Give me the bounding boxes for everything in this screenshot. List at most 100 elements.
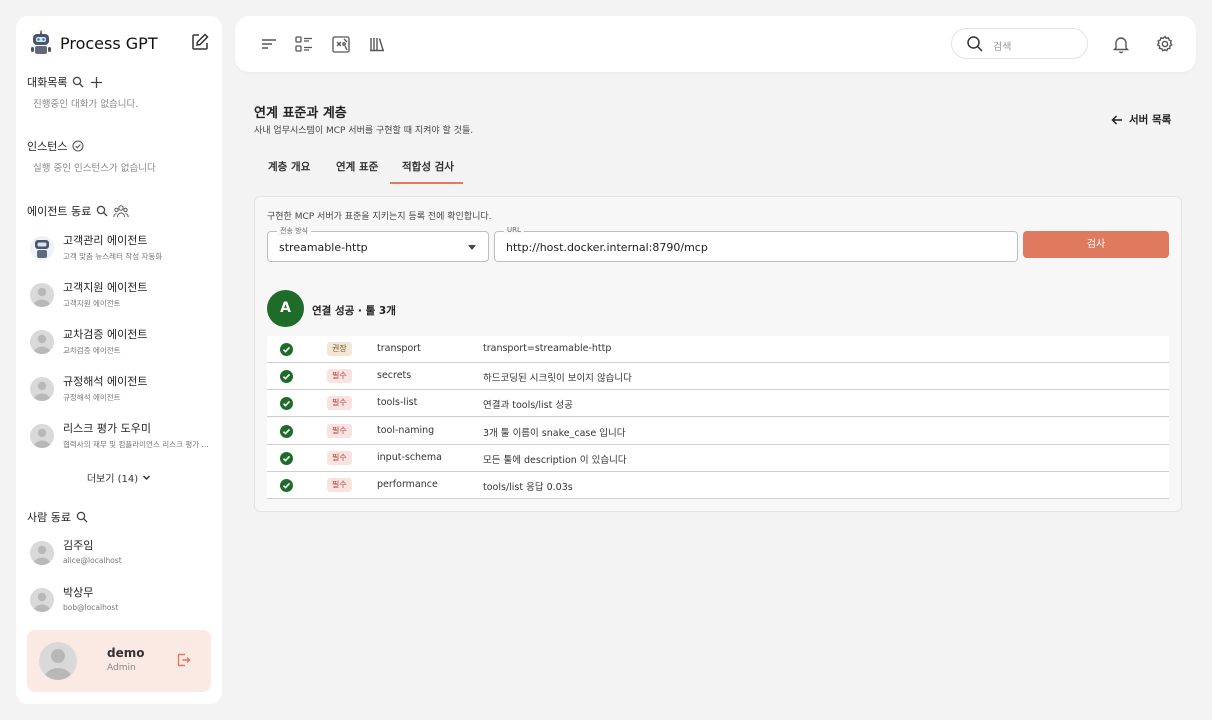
transport-select[interactable]: 전송 방식 streamable-http <box>267 226 489 262</box>
level-badge: 필수 <box>327 369 352 384</box>
avatar <box>30 377 54 401</box>
avatar <box>30 283 54 307</box>
checklist-icon[interactable] <box>294 34 314 54</box>
agent-item[interactable]: 리스크 평가 도우미 협력사의 재무 및 컴플라이언스 리스크 평가 ... <box>30 420 214 460</box>
check-circle-filled-icon <box>280 424 293 438</box>
map-icon[interactable] <box>331 34 351 54</box>
agent-desc: 고객 맞춤 뉴스레터 작성 자동화 <box>63 252 163 261</box>
bell-icon[interactable] <box>1111 34 1131 54</box>
agent-desc: 교차검증 에이전트 <box>63 346 121 355</box>
check-message: 연결과 tools/list 성공 <box>483 400 573 412</box>
check-circle-filled-icon <box>280 397 293 411</box>
chevron-down-icon <box>143 475 151 481</box>
check-message: tools/list 응답 0.03s <box>483 482 573 493</box>
result-summary: 연결 성공 · 툴 3개 <box>312 305 396 317</box>
people-section-header: 사람 동료 <box>27 509 88 525</box>
person-item[interactable]: 김주임 alice@localhost <box>30 537 214 577</box>
person-email: bob@localhost <box>63 603 119 612</box>
sidebar: Process GPT 대화목록 진행중인 대화가 없습니다. 인스턴스 실행 … <box>16 16 222 704</box>
logout-icon[interactable] <box>177 653 191 667</box>
check-key: transport <box>377 343 421 354</box>
level-badge: 권장 <box>327 342 352 356</box>
arrow-left-icon <box>1111 114 1122 125</box>
person-icon <box>33 428 51 448</box>
person-name: 김주임 <box>63 539 94 552</box>
user-role: Admin <box>107 663 136 673</box>
person-icon <box>33 545 51 565</box>
transport-value: streamable-http <box>279 241 368 254</box>
person-icon <box>33 287 51 307</box>
menu-icon[interactable] <box>259 34 279 54</box>
search-icon[interactable] <box>96 205 108 217</box>
tab-conformance-check[interactable]: 적합성 검사 <box>402 159 454 174</box>
search-icon <box>967 36 983 52</box>
team-icon[interactable] <box>113 204 129 218</box>
user-name: demo <box>107 646 145 660</box>
show-more-button[interactable]: 더보기 (14) <box>16 470 222 485</box>
check-button[interactable]: 검사 <box>1023 231 1169 258</box>
plus-icon[interactable] <box>90 76 103 89</box>
avatar <box>30 588 54 612</box>
person-item[interactable]: 박상무 bob@localhost <box>30 584 214 624</box>
person-email: alice@localhost <box>63 556 122 565</box>
back-label: 서버 목록 <box>1129 114 1172 126</box>
check-circle-filled-icon <box>280 451 293 465</box>
search-icon[interactable] <box>72 76 84 88</box>
panel-description: 구현한 MCP 서버가 표준을 지키는지 등록 전에 확인합니다. <box>267 212 492 222</box>
url-value: http://host.docker.internal:8790/mcp <box>506 241 708 254</box>
transport-label: 전송 방식 <box>277 226 311 236</box>
show-more-label: 더보기 (14) <box>86 474 139 485</box>
check-circle-icon[interactable] <box>72 140 85 152</box>
check-message: 하드코딩된 시크릿이 보이지 않습니다 <box>483 373 632 385</box>
people-label: 사람 동료 <box>27 511 71 524</box>
check-row: 권장 transport transport=streamable-http <box>267 336 1169 363</box>
agent-name: 교차검증 에이전트 <box>63 328 148 341</box>
check-message: 모든 툴에 description 이 있습니다 <box>483 454 627 466</box>
grade-badge: A <box>267 290 304 327</box>
url-label: URL <box>504 226 524 234</box>
agent-item[interactable]: 교차검증 에이전트 교차검증 에이전트 <box>30 326 214 366</box>
agent-item[interactable]: 고객관리 에이전트 고객 맞춤 뉴스레터 작성 자동화 <box>30 232 214 272</box>
agent-item[interactable]: 고객지원 에이전트 고객지원 에이전트 <box>30 279 214 319</box>
avatar <box>30 330 54 354</box>
agents-section-header: 에이전트 동료 <box>27 203 129 219</box>
level-badge: 필수 <box>327 396 352 411</box>
agent-desc: 고객지원 에이전트 <box>63 299 121 308</box>
instances-label: 인스턴스 <box>27 140 68 153</box>
new-chat-edit-icon[interactable] <box>190 32 210 52</box>
brand: Process GPT <box>28 28 210 58</box>
check-message: transport=streamable-http <box>483 343 612 354</box>
check-key: tool-naming <box>377 424 435 436</box>
tab-integration-standard[interactable]: 연계 표준 <box>336 159 378 174</box>
url-field[interactable]: URL http://host.docker.internal:8790/mcp <box>494 226 1018 262</box>
library-icon[interactable] <box>367 34 387 54</box>
conformance-panel: 구현한 MCP 서버가 표준을 지키는지 등록 전에 확인합니다. 전송 방식 … <box>254 196 1182 512</box>
search-box[interactable]: 검색 <box>951 28 1088 59</box>
chats-label: 대화목록 <box>27 76 68 89</box>
person-name: 박상무 <box>63 586 94 599</box>
agent-desc: 규정해석 에이전트 <box>63 393 121 402</box>
search-icon[interactable] <box>76 511 88 523</box>
check-row: 필수 secrets 하드코딩된 시크릿이 보이지 않습니다 <box>267 363 1169 391</box>
agent-item[interactable]: 규정해석 에이전트 규정해석 에이전트 <box>30 373 214 413</box>
user-avatar <box>39 642 77 680</box>
check-circle-filled-icon <box>280 370 293 384</box>
gear-icon[interactable] <box>1155 34 1175 54</box>
person-icon <box>33 334 51 354</box>
chats-section-header: 대화목록 <box>27 74 103 90</box>
agent-desc: 협력사의 재무 및 컴플라이언스 리스크 평가 ... <box>63 440 209 449</box>
agent-name: 규정해석 에이전트 <box>63 375 148 388</box>
avatar <box>30 424 54 448</box>
current-user-card[interactable]: demo Admin <box>27 630 211 692</box>
page-title: 연계 표준과 계층 <box>254 106 347 121</box>
level-badge: 필수 <box>327 450 352 465</box>
back-to-server-list-button[interactable]: 서버 목록 <box>1111 112 1171 127</box>
check-key: input-schema <box>377 451 442 463</box>
page-subtitle: 사내 업무시스템이 MCP 서버를 구현할 때 지켜야 할 것들. <box>254 126 474 136</box>
tab-layer-overview[interactable]: 계층 개요 <box>268 159 310 174</box>
check-key: secrets <box>377 370 412 382</box>
level-badge: 필수 <box>327 478 352 492</box>
check-row: 필수 tool-naming 3개 툴 이름이 snake_case 입니다 <box>267 417 1169 445</box>
person-icon <box>33 592 51 612</box>
chats-empty-text: 진행중인 대화가 없습니다. <box>33 99 139 110</box>
